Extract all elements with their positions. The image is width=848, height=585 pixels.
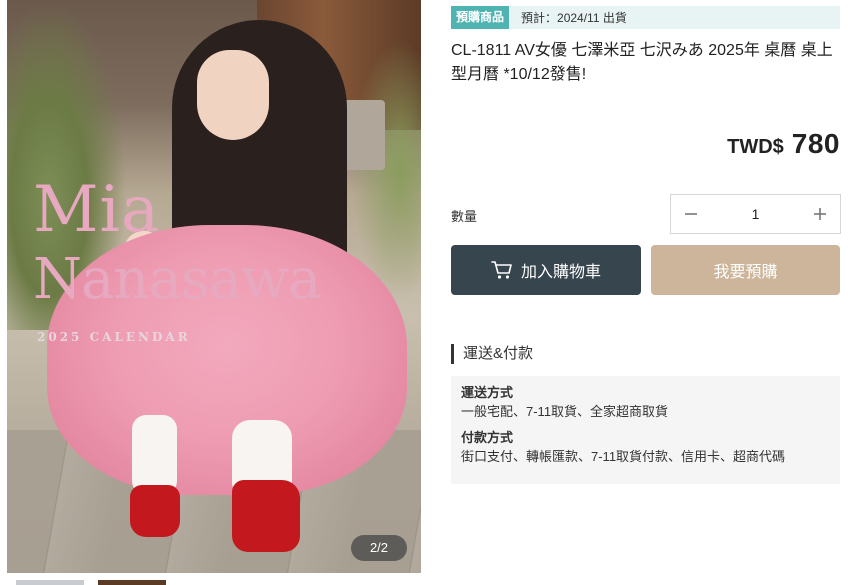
calendar-cover-title-line2: Nanasawa <box>33 247 321 312</box>
add-to-cart-button[interactable]: 加入購物車 <box>451 245 641 295</box>
gallery-thumbnail[interactable] <box>98 580 166 585</box>
preorder-estimate: 預計：2024/11 出貨 <box>521 11 627 25</box>
delivery-methods: 一般宅配、7-11取貨、全家超商取貨 <box>461 404 669 419</box>
quantity-stepper: 1 <box>670 194 841 234</box>
gallery-thumbnail[interactable] <box>16 580 84 585</box>
preorder-badge: 預購商品 <box>451 6 510 29</box>
quantity-decrement-button[interactable] <box>671 195 711 233</box>
model-shoe-right <box>232 480 300 552</box>
model-shoe-left <box>130 485 180 537</box>
add-to-cart-label: 加入購物車 <box>520 264 601 281</box>
preorder-button-label: 我要預購 <box>713 264 778 281</box>
calendar-cover-title-line1: Mia <box>33 173 161 247</box>
photo-foliage-right <box>351 40 421 300</box>
quantity-label: 數量 <box>451 209 478 224</box>
price-value: 780 <box>791 128 840 159</box>
quantity-increment-button[interactable] <box>800 195 840 233</box>
product-price: TWD$ 780 <box>451 128 840 160</box>
shipping-payment-box: 運送方式 一般宅配、7-11取貨、全家超商取貨 付款方式 街口支付、轉帳匯款、7… <box>451 376 840 484</box>
model-sock-left <box>132 415 177 495</box>
gallery-thumbnails <box>16 580 416 585</box>
quantity-input[interactable]: 1 <box>711 206 800 222</box>
plus-icon <box>814 208 826 220</box>
shipping-payment-section-title: 運送&付款 <box>451 344 533 364</box>
price-currency: TWD$ <box>727 136 784 158</box>
payment-methods: 街口支付、轉帳匯款、7-11取貨付款、信用卡、超商代碼 <box>461 449 786 464</box>
gallery-counter: 2/2 <box>351 535 407 561</box>
payment-heading: 付款方式 <box>461 430 514 445</box>
preorder-button[interactable]: 我要預購 <box>651 245 840 295</box>
product-title: CL-1811 AV女優 七澤米亞 七沢みあ 2025年 桌曆 桌上型月曆 *1… <box>451 42 833 83</box>
minus-icon <box>685 213 697 215</box>
model-face <box>197 50 269 140</box>
shopping-cart-icon <box>491 260 513 280</box>
product-photo[interactable]: Mia Nanasawa 2025 CALENDAR 2/2 <box>7 0 421 573</box>
calendar-cover-subtitle: 2025 CALENDAR <box>37 330 191 344</box>
preorder-bar: 預購商品 預計：2024/11 出貨 <box>451 6 840 29</box>
calendar-cover-title: Mia Nanasawa <box>33 173 321 315</box>
delivery-heading: 運送方式 <box>461 385 514 400</box>
